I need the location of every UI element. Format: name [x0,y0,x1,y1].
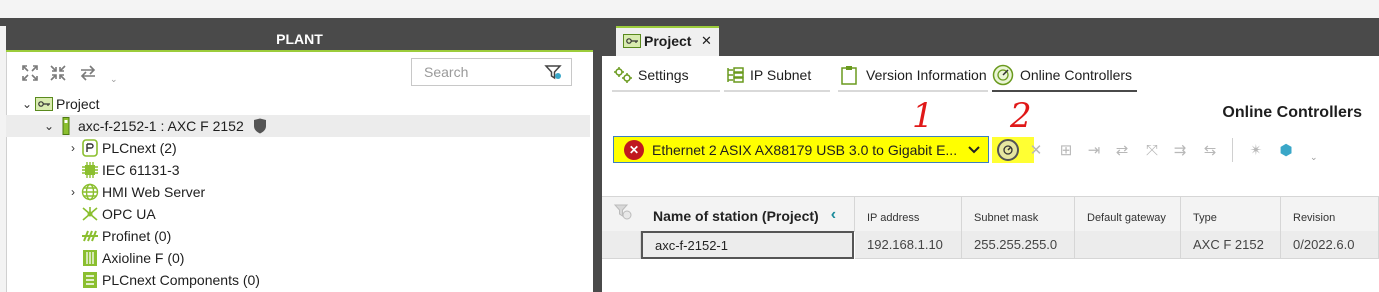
plant-title: PLANT [6,26,593,52]
tab-version-information[interactable]: Version Information [838,60,988,92]
subtab-bar: Settings IP Subnet Version Information O… [602,60,1379,92]
plant-title-underline [6,50,593,52]
chevron-down-icon[interactable]: ⌄ [20,93,34,115]
search-input[interactable] [412,59,532,85]
add-device-icon[interactable]: ⊞ [1056,140,1076,160]
tab-project[interactable]: Project ✕ [616,26,719,56]
column-header-type[interactable]: Type [1181,196,1281,232]
collapse-all-icon[interactable] [47,62,69,84]
table-cell-type[interactable]: AXC F 2152 [1181,231,1281,259]
tree-item-iec[interactable]: IEC 61131-3 [80,159,180,181]
chevron-down-icon[interactable] [960,143,988,157]
project-icon [623,34,641,48]
filter-column-icon[interactable] [612,202,634,222]
tab-label: Online Controllers [1020,67,1133,83]
table-cell-gateway[interactable] [1075,231,1181,259]
panel-splitter[interactable] [593,26,602,292]
tree-item-label: OPC UA [102,206,156,222]
project-icon [34,94,54,114]
globe-icon [80,182,100,202]
adapter-value: Ethernet 2 ASIX AX88179 USB 3.0 to Gigab… [652,141,958,158]
tree-item-label: PLCnext (2) [102,140,177,156]
row-selector[interactable] [602,231,641,259]
tree-item-label: Axioline F (0) [102,250,185,266]
column-header-subnet[interactable]: Subnet mask [962,196,1075,232]
tree-item-project[interactable]: ⌄ Project [20,93,100,115]
chevron-right-icon[interactable]: › [66,181,80,203]
toolbar-overflow-icon[interactable]: ⌄ [110,74,118,85]
tab-online-controllers[interactable]: Online Controllers [992,60,1137,92]
blink-icon[interactable]: ✴ [1246,140,1266,160]
tree-item-label: IEC 61131-3 [102,162,180,178]
collapse-left-icon[interactable]: ‹ [831,206,836,224]
tree-item-label: axc-f-2152-1 : AXC F 2152 [78,118,244,134]
expand-all-icon[interactable] [19,62,41,84]
header-bar [0,18,1379,26]
tree-item-controller[interactable]: ⌄ axc-f-2152-1 : AXC F 2152 [42,115,272,137]
axioline-icon [80,248,100,268]
tree-item-components[interactable]: PLCnext Components (0) [80,269,260,291]
tree-item-hmi[interactable]: › HMI Web Server [66,181,205,203]
toolbar-overflow-icon[interactable]: ⌄ [1310,152,1318,163]
remove-connection-icon[interactable]: ⤧ [1142,140,1162,160]
online-controllers-icon [992,64,1014,86]
table-cell-name[interactable]: axc-f-2152-1 [641,231,854,259]
toolbar-separator [1232,138,1233,162]
components-icon [80,270,100,290]
tab-ip-subnet[interactable]: IP Subnet [724,60,830,92]
network-adapter-select[interactable]: ✕ Ethernet 2 ASIX AX88179 USB 3.0 to Gig… [613,136,989,163]
table-cell-ip[interactable]: 192.168.1.10 [855,231,962,259]
plant-search-field[interactable] [411,58,572,86]
tree-item-label: HMI Web Server [102,184,206,200]
plcnext-icon [80,138,100,158]
column-header-name[interactable]: Name of station (Project) ‹ [641,196,855,232]
tab-settings[interactable]: Settings [612,60,720,92]
section-title: Online Controllers [1222,104,1362,121]
annotation-1: 1 [912,96,934,136]
table-cell-revision[interactable]: 0/2022.6.0 [1281,231,1379,259]
table-cell-subnet[interactable]: 255.255.255.0 [962,231,1075,259]
tab-label: Version Information [866,67,987,83]
clipboard-icon [838,65,860,85]
transfer-icon[interactable]: ⇉ [1170,140,1190,160]
tree-item-profinet[interactable]: Profinet (0) [80,225,171,247]
opcua-icon [80,204,100,224]
assign-icon[interactable]: ⇥ [1084,140,1104,160]
error-icon: ✕ [624,139,644,160]
tree-item-label: PLCnext Components (0) [102,272,260,288]
window-top-bar [0,0,1379,18]
annotation-2: 2 [1010,96,1032,136]
tree-item-label: Project [56,96,100,112]
chevron-down-icon[interactable]: ⌄ [42,115,56,137]
column-header-gateway[interactable]: Default gateway [1075,196,1181,232]
column-header-ip[interactable]: IP address [855,196,962,232]
controller-icon [56,116,76,136]
sync-icon[interactable]: ⇆ [1200,140,1220,160]
connect-icon[interactable]: ⇄ [1112,140,1132,160]
ip-subnet-icon [724,65,746,85]
profinet-icon [80,226,100,246]
tree-item-opcua[interactable]: OPC UA [80,203,156,225]
tree-item-axioline[interactable]: Axioline F (0) [80,247,184,269]
settings-icon [612,65,634,85]
chip-icon [80,160,100,180]
column-header-revision[interactable]: Revision [1281,196,1379,232]
tab-label: IP Subnet [750,67,812,83]
swap-arrows-icon[interactable] [77,62,99,84]
shield-icon [250,116,270,136]
filter-icon[interactable] [543,62,563,82]
close-icon[interactable]: ✕ [701,33,712,49]
wink-icon[interactable]: ⬢ [1276,140,1296,160]
chevron-right-icon[interactable]: › [66,137,80,159]
tab-label: Project [644,33,692,49]
scan-network-icon[interactable] [997,139,1019,161]
delete-icon[interactable]: ✕ [1026,140,1046,160]
tree-item-plcnext[interactable]: › PLCnext (2) [66,137,177,159]
tree-item-label: Profinet (0) [102,228,172,244]
tab-label: Settings [638,67,689,83]
